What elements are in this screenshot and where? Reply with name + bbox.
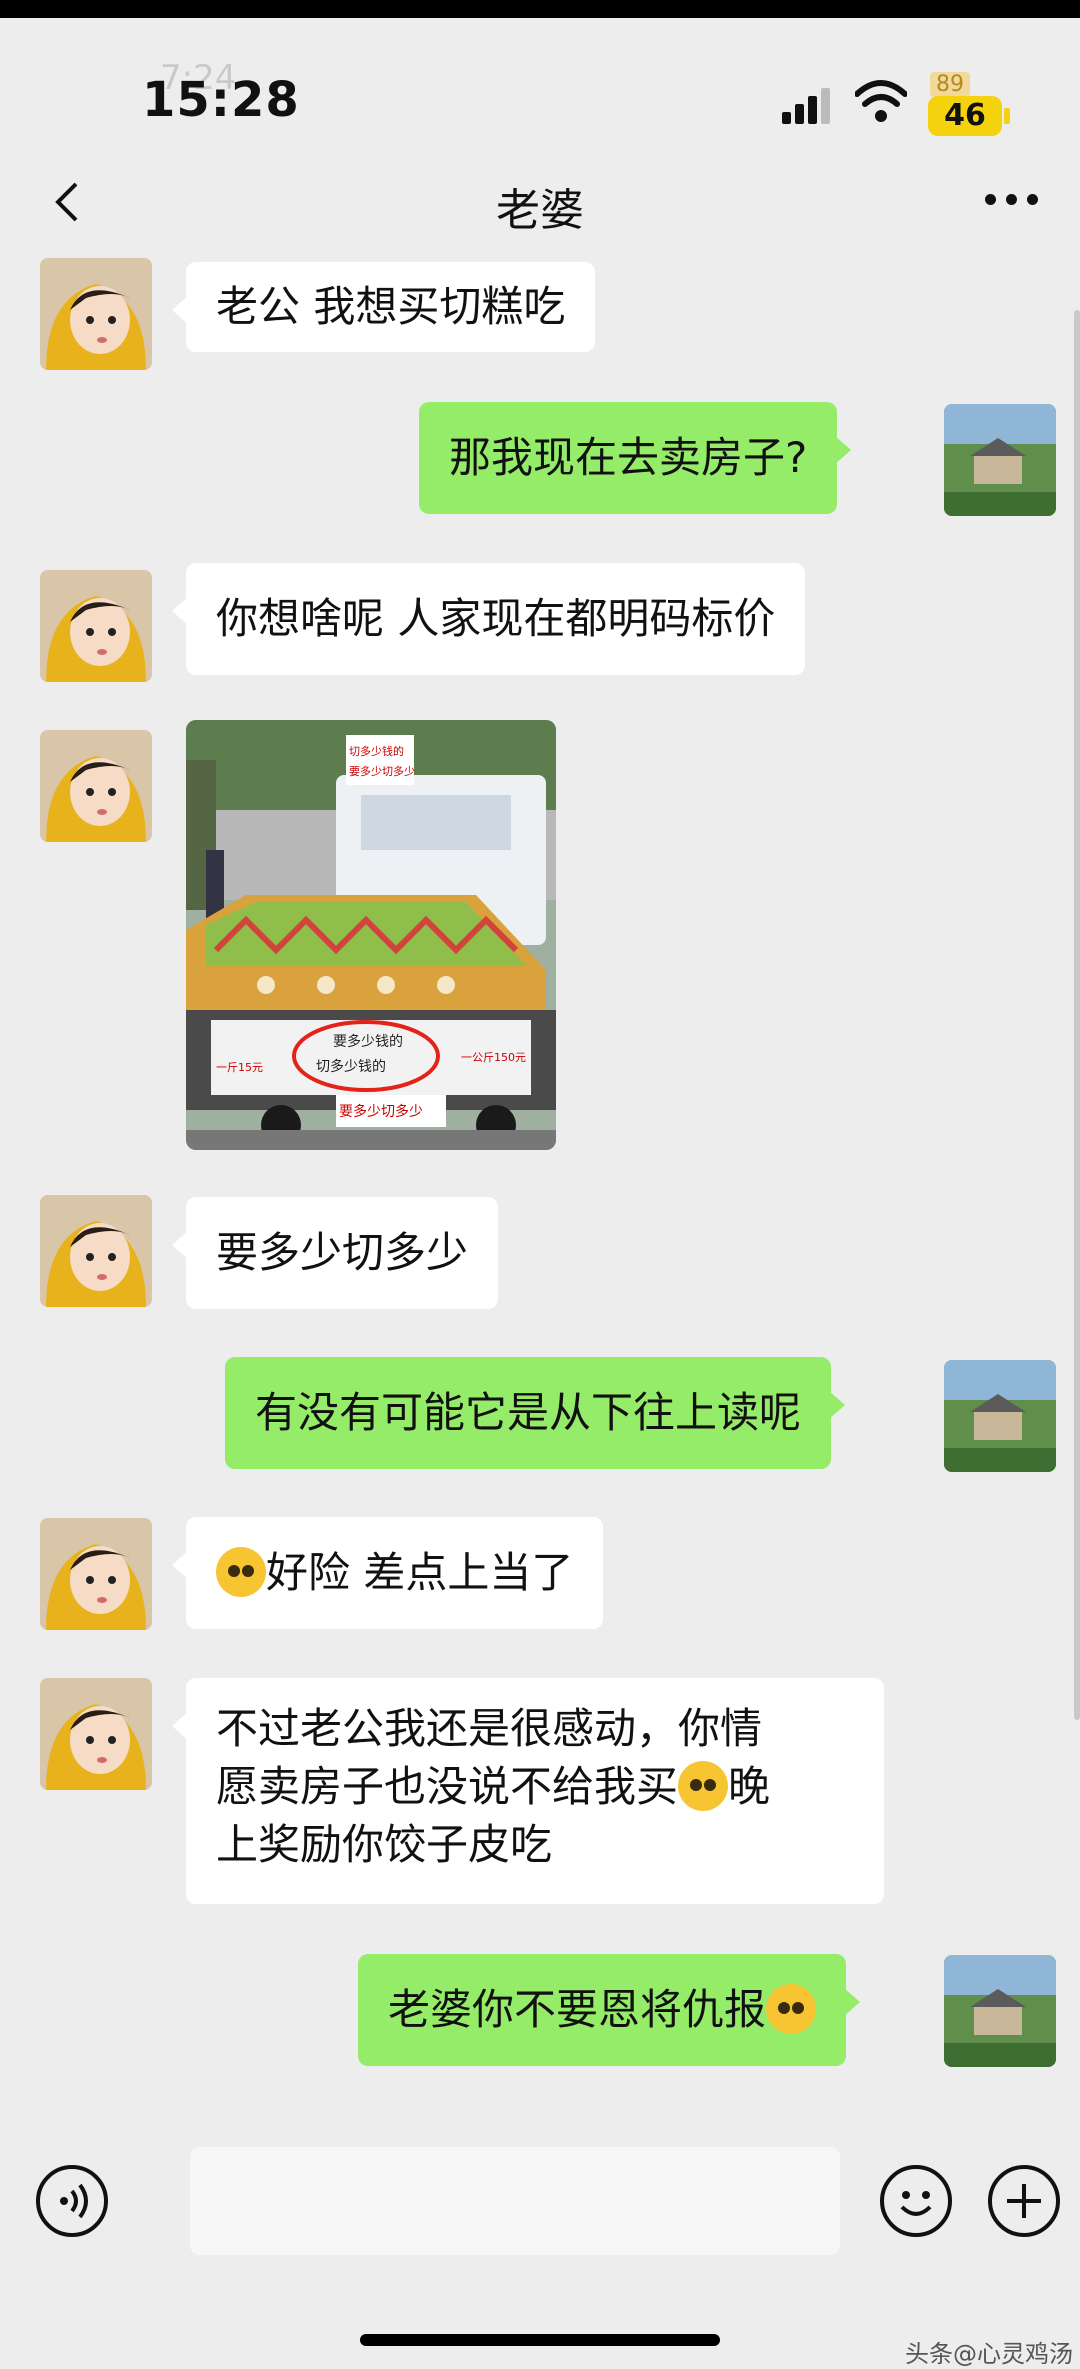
message-bubble-received[interactable]: 要多少切多少 [172, 1197, 499, 1309]
pleading-face-emoji-icon [766, 1984, 817, 2034]
contact-avatar[interactable] [40, 1518, 152, 1630]
message-bubble-received[interactable]: 不过老公我还是很感动，你情 愿卖房子也没说不给我买晚 上奖励你饺子皮吃 [172, 1678, 884, 1904]
message-text: 你想啥呢 人家现在都明码标价 [216, 594, 776, 643]
top-black-bar [0, 0, 1080, 18]
message-bubble-received[interactable]: 你想啥呢 人家现在都明码标价 [172, 563, 806, 675]
message-text: 好险 差点上当了 [266, 1548, 574, 1597]
message-text: 那我现在去卖房子? [449, 433, 808, 482]
chat-title: 老婆 [496, 185, 584, 236]
message-bubble-received[interactable]: 老公 我想买切糕吃 [172, 262, 596, 352]
my-avatar[interactable] [944, 404, 1056, 516]
svg-text:要多少切多少: 要多少切多少 [349, 764, 415, 778]
message-text: 有没有可能它是从下往上读呢 [255, 1388, 802, 1437]
plus-icon[interactable] [988, 2165, 1060, 2237]
chat-image-cake-cart[interactable]: 切多少钱的 要多少切多少 要多少钱的 切多少钱的 一斤15元 一公斤150元 要… [186, 720, 556, 1150]
battery-icon: 46 [928, 96, 1002, 136]
message-text: 要多少切多少 [216, 1228, 469, 1277]
svg-text:切多少钱的: 切多少钱的 [349, 744, 404, 758]
watermark: 头条@心灵鸡汤 [905, 2340, 1073, 2368]
chat-header: 老婆 [0, 150, 1080, 255]
battery-level: 46 [944, 98, 986, 133]
ghost-battery: 89 [930, 72, 970, 97]
message-line: 愿卖房子也没说不给我买晚 [216, 1758, 854, 1816]
input-bar [0, 2125, 1080, 2290]
contact-avatar[interactable] [40, 1195, 152, 1307]
svg-text:一斤15元: 一斤15元 [216, 1061, 263, 1074]
svg-text:切多少钱的: 切多少钱的 [316, 1058, 386, 1075]
my-avatar[interactable] [944, 1360, 1056, 1472]
wifi-icon [855, 80, 907, 122]
message-line: 不过老公我还是很感动，你情 [216, 1704, 763, 1753]
flushed-face-emoji-icon [216, 1547, 266, 1597]
svg-text:一公斤150元: 一公斤150元 [461, 1051, 526, 1064]
message-text: 老婆你不要恩将仇报 [388, 1985, 767, 2034]
voice-icon[interactable] [36, 2165, 108, 2237]
clock: 15:28 [142, 72, 300, 128]
message-text: 老公 我想买切糕吃 [216, 282, 566, 331]
contact-avatar[interactable] [40, 258, 152, 370]
status-bar: 7:24 15:28 89 46 [0, 18, 1080, 136]
message-input[interactable] [190, 2147, 840, 2255]
message-line: 上奖励你饺子皮吃 [216, 1820, 553, 1869]
emoji-icon[interactable] [880, 2165, 952, 2237]
message-text: 晚 [728, 1762, 771, 1811]
contact-avatar[interactable] [40, 730, 152, 842]
svg-text:要多少切多少: 要多少切多少 [339, 1103, 423, 1120]
contact-avatar[interactable] [40, 1678, 152, 1790]
contact-avatar[interactable] [40, 570, 152, 682]
more-options-icon[interactable] [985, 194, 1041, 208]
home-indicator[interactable] [360, 2334, 720, 2346]
message-text: 愿卖房子也没说不给我买 [216, 1762, 679, 1811]
message-bubble-sent[interactable]: 有没有可能它是从下往上读呢 [225, 1357, 846, 1469]
message-bubble-received[interactable]: 好险 差点上当了 [172, 1517, 604, 1629]
relieved-face-emoji-icon [678, 1761, 729, 1811]
message-bubble-sent[interactable]: 那我现在去卖房子? [419, 402, 852, 514]
message-bubble-sent[interactable]: 老婆你不要恩将仇报 [358, 1954, 861, 2066]
my-avatar[interactable] [944, 1955, 1056, 2067]
scrollbar[interactable] [1074, 310, 1080, 1720]
svg-text:要多少钱的: 要多少钱的 [333, 1033, 403, 1050]
cellular-signal-icon [782, 84, 832, 124]
battery-tip [1004, 108, 1010, 124]
